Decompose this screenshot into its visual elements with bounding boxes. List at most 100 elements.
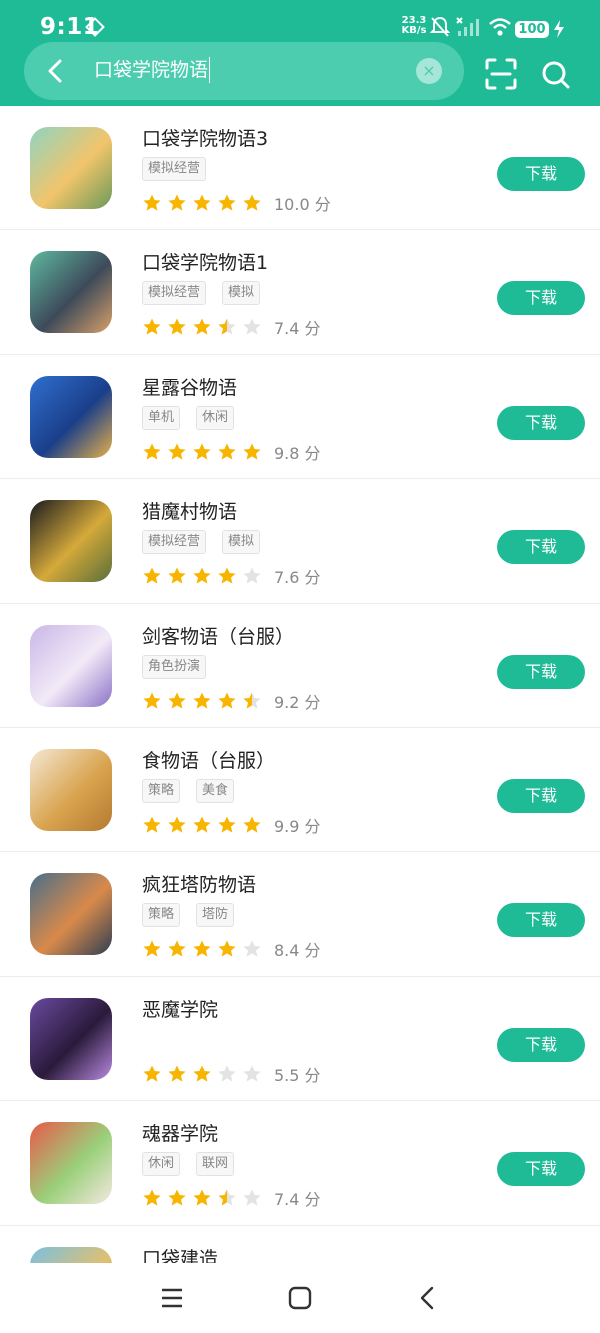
download-button[interactable]: 下载 xyxy=(497,1027,585,1062)
signal-icon xyxy=(456,17,479,36)
star-icon xyxy=(143,1065,161,1082)
app-score: 5.5 分 xyxy=(274,1065,321,1085)
app-tag: 美食 xyxy=(196,778,235,803)
star-icon xyxy=(193,194,211,211)
app-icon[interactable] xyxy=(30,1122,112,1205)
app-list-item[interactable]: 魂器学院休闲 联网 7.4 分 下载 xyxy=(0,1101,600,1226)
app-list-item[interactable]: 口袋学院物语3 模拟经营 10.0 分 下载 xyxy=(0,106,600,231)
back-arrow-icon[interactable] xyxy=(40,55,72,87)
app-icon[interactable] xyxy=(30,500,112,583)
app-tags: 休闲 联网 xyxy=(142,1152,235,1177)
app-list-item[interactable]: 食物语（台服） 策略 美食 9.9 分 下载 xyxy=(0,728,600,853)
star-icon xyxy=(143,194,161,211)
menu-icon[interactable] xyxy=(159,1285,185,1311)
star-icon xyxy=(243,194,261,211)
home-icon[interactable] xyxy=(287,1285,313,1311)
app-rating: 9.9 分 xyxy=(142,813,321,837)
star-icon xyxy=(168,692,186,709)
app-name[interactable]: 恶魔学院 xyxy=(142,995,218,1022)
scan-icon[interactable] xyxy=(484,57,518,91)
star-icon xyxy=(143,816,161,833)
app-name[interactable]: 口袋学院物语1 xyxy=(142,248,268,275)
star-icon xyxy=(143,1189,161,1206)
app-name[interactable]: 食物语（台服） xyxy=(142,746,275,773)
search-icon[interactable] xyxy=(540,59,572,91)
app-list-item[interactable]: 剑客物语（台服） 角色扮演 9.2 分 下载 xyxy=(0,604,600,728)
app-name[interactable]: 口袋建造 xyxy=(142,1244,218,1263)
app-tag: 模拟经营 xyxy=(142,530,207,555)
star-icon xyxy=(218,940,236,957)
app-rating: 7.4 分 xyxy=(142,1186,321,1210)
app-list-item[interactable]: 疯狂塔防物语 策略 塔防 8.4 分 下载 xyxy=(0,852,600,977)
app-icon[interactable] xyxy=(30,997,112,1080)
star-icon xyxy=(243,816,261,833)
app-list-item[interactable]: 口袋学院物语1 模拟经营 模拟 7.4 分 下载 xyxy=(0,230,600,355)
app-list-item[interactable]: 口袋建造 xyxy=(0,1226,600,1263)
app-list-item[interactable]: 星露谷物语 单机 休闲 9.8 分 下载 xyxy=(0,355,600,480)
app-tag: 策略 xyxy=(142,778,181,803)
wifi-icon xyxy=(489,18,511,36)
app-tag: 模拟经营 xyxy=(142,157,207,181)
star-icon xyxy=(193,318,211,335)
app-tags: 模拟经营 模拟 xyxy=(142,530,261,555)
star-icon xyxy=(243,1065,261,1082)
star-icon xyxy=(168,194,186,211)
app-tags: 模拟经营 模拟 xyxy=(142,281,261,306)
download-button[interactable]: 下载 xyxy=(497,157,585,191)
app-icon[interactable] xyxy=(30,873,112,956)
star-icon xyxy=(193,816,211,833)
app-tag: 模拟经营 xyxy=(142,281,207,306)
app-icon[interactable] xyxy=(30,375,112,458)
star-icon xyxy=(243,1189,261,1206)
app-tags: 模拟经营 xyxy=(142,157,207,181)
back-icon[interactable] xyxy=(415,1285,441,1311)
app-list-item[interactable]: 恶魔学院 5.5 分 下载 xyxy=(0,977,600,1102)
download-button[interactable]: 下载 xyxy=(497,903,585,938)
app-name[interactable]: 魂器学院 xyxy=(142,1119,218,1146)
app-list-item[interactable]: 猎魔村物语 模拟经营 模拟 7.6 分 下载 xyxy=(0,479,600,604)
download-button[interactable]: 下载 xyxy=(497,1152,585,1187)
star-icon xyxy=(243,318,261,335)
search-results-list[interactable]: 口袋学院物语3 模拟经营 10.0 分下载 口袋学院物语1 模拟经营 模拟 7.4 分下载星… xyxy=(0,106,600,1263)
app-tag: 联网 xyxy=(196,1152,235,1177)
star-icon xyxy=(193,443,211,460)
star-icon xyxy=(168,318,186,335)
app-name[interactable]: 疯狂塔防物语 xyxy=(142,870,256,897)
app-name[interactable]: 口袋学院物语3 xyxy=(142,124,268,151)
app-name[interactable]: 猎魔村物语 xyxy=(142,497,237,524)
search-bar[interactable]: 口袋学院物语 × xyxy=(24,42,464,100)
star-icon xyxy=(143,443,161,460)
battery-indicator: 100 xyxy=(515,21,549,38)
system-nav-bar xyxy=(0,1263,600,1333)
app-tags: 角色扮演 xyxy=(142,654,207,679)
star-icon xyxy=(218,567,236,584)
clear-search-button[interactable]: × xyxy=(416,58,442,84)
search-input[interactable]: 口袋学院物语 xyxy=(94,57,211,83)
download-button[interactable]: 下载 xyxy=(497,281,585,316)
app-icon[interactable] xyxy=(30,624,112,707)
app-icon[interactable] xyxy=(30,127,112,209)
app-score: 9.9 分 xyxy=(274,816,321,836)
app-name[interactable]: 星露谷物语 xyxy=(142,373,237,400)
app-rating: 5.5 分 xyxy=(142,1062,321,1086)
app-icon[interactable] xyxy=(30,251,112,334)
star-icon xyxy=(168,940,186,957)
download-button[interactable]: 下载 xyxy=(497,778,585,813)
star-icon xyxy=(168,567,186,584)
app-name[interactable]: 剑客物语（台服） xyxy=(142,622,294,649)
app-tag: 策略 xyxy=(142,903,181,928)
star-icon xyxy=(193,1065,211,1082)
star-icon xyxy=(193,1189,211,1206)
mute-bell-icon xyxy=(430,16,450,37)
app-score: 7.4 分 xyxy=(274,319,321,339)
download-button[interactable]: 下载 xyxy=(497,405,585,440)
star-icon xyxy=(193,692,211,709)
app-icon[interactable] xyxy=(30,1246,112,1263)
app-rating: 9.8 分 xyxy=(142,440,321,464)
download-button[interactable]: 下载 xyxy=(497,654,585,689)
app-icon[interactable] xyxy=(30,748,112,831)
app-rating: 9.2 分 xyxy=(142,689,321,713)
download-button[interactable]: 下载 xyxy=(497,530,585,565)
app-tag: 单机 xyxy=(142,405,181,430)
star-icon xyxy=(218,1189,236,1206)
